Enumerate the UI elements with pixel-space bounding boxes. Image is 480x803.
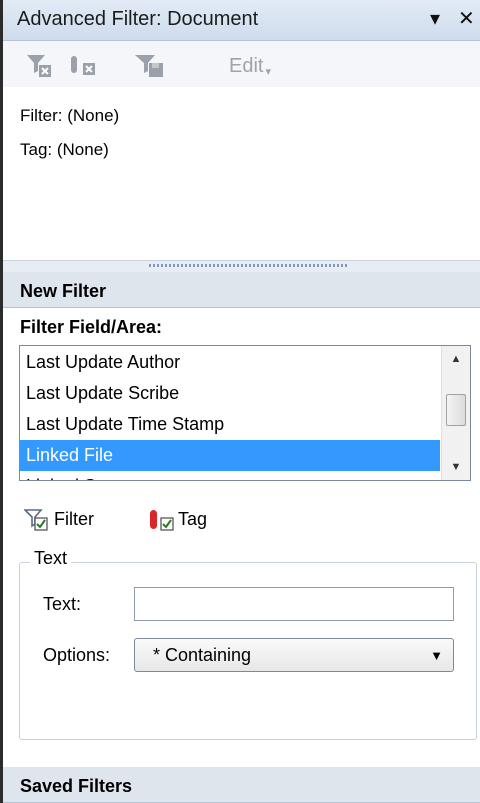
options-value: * Containing: [153, 645, 252, 665]
current-filter-info: Filter: (None) Tag: (None): [3, 88, 480, 260]
filter-label: Filter: [54, 509, 94, 529]
clear-tag-icon[interactable]: [67, 51, 101, 79]
toolbar: Edit ▾: [3, 41, 480, 87]
text-input[interactable]: [134, 587, 454, 621]
edit-menu-button[interactable]: Edit ▾: [229, 55, 271, 78]
text-field-label: Text:: [43, 594, 82, 614]
grip-icon: [149, 264, 349, 267]
list-item-selected[interactable]: Linked File: [20, 440, 440, 471]
list-item[interactable]: Linked Scans: [20, 471, 440, 480]
tag-toggle[interactable]: Tag: [148, 507, 238, 533]
scroll-down-icon[interactable]: ▼: [442, 454, 470, 480]
clear-filter-icon[interactable]: [25, 51, 53, 79]
current-filter-text: Filter: (None): [20, 106, 120, 125]
chevron-down-icon: ▾: [265, 66, 271, 78]
edit-label: Edit: [229, 55, 264, 77]
scroll-thumb[interactable]: [446, 394, 466, 426]
tag-label: Tag: [178, 509, 208, 529]
list-item[interactable]: Last Update Scribe: [20, 378, 440, 409]
pane-menu-icon[interactable]: ▾: [430, 6, 440, 31]
list-item[interactable]: Last Update Author: [20, 347, 440, 378]
advanced-filter-pane: Advanced Filter: Document ▾ ✕ Edit ▾ Fil…: [0, 0, 480, 803]
options-label: Options:: [43, 645, 111, 665]
current-tag-text: Tag: (None): [20, 140, 109, 159]
scroll-up-icon[interactable]: ▲: [442, 346, 470, 372]
close-icon[interactable]: ✕: [458, 6, 475, 31]
filter-check-icon: [24, 509, 48, 531]
saved-filters-header[interactable]: Saved Filters: [3, 767, 480, 803]
list-item[interactable]: Last Update Time Stamp: [20, 409, 440, 440]
save-filter-icon[interactable]: [133, 51, 169, 79]
tag-check-icon: [150, 510, 174, 531]
field-area-list[interactable]: Last Update Author Last Update Scribe La…: [19, 345, 471, 481]
text-group-legend: Text: [30, 548, 72, 569]
pane-title: Advanced Filter: Document: [17, 8, 259, 30]
filter-toggle[interactable]: Filter: [24, 507, 134, 533]
options-dropdown[interactable]: * Containing ▼: [134, 638, 454, 672]
title-bar: Advanced Filter: Document ▾ ✕: [3, 0, 480, 41]
new-filter-header[interactable]: New Filter: [3, 272, 480, 308]
list-scrollbar[interactable]: ▲ ▼: [441, 346, 470, 480]
chevron-down-icon: ▼: [430, 648, 443, 663]
field-area-label: Filter Field/Area:: [20, 317, 163, 337]
